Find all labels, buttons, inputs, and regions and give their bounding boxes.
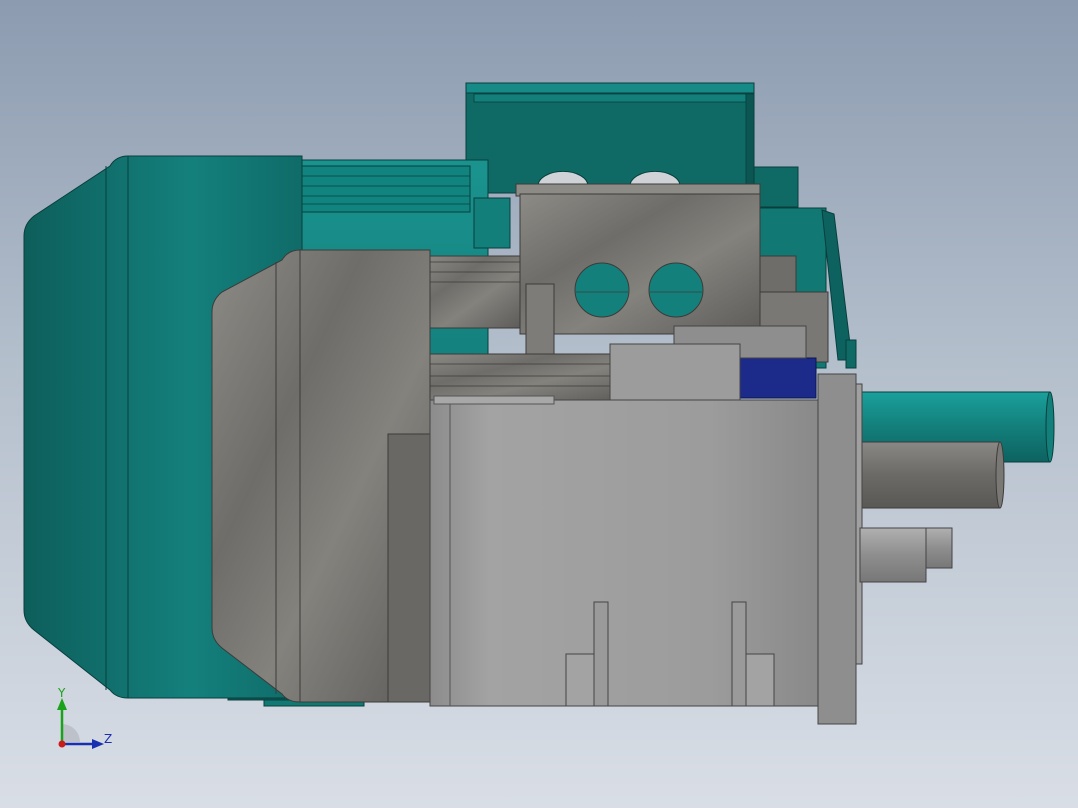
cad-viewport[interactable]: Y Z: [0, 0, 1078, 808]
motor-assembly-model[interactable]: [0, 0, 1078, 808]
z-axis-label: Z: [104, 732, 113, 746]
stone-shaft[interactable]: [861, 441, 1001, 509]
y-axis-label: Y: [58, 686, 66, 700]
triad-graphic: [57, 698, 104, 749]
grey-shaft[interactable]: [859, 527, 927, 583]
grey-flange[interactable]: [817, 373, 857, 725]
axis-triad: Y Z: [44, 684, 124, 764]
x-axis-dot: [58, 740, 66, 748]
stone-terminal-box[interactable]: [519, 193, 761, 335]
